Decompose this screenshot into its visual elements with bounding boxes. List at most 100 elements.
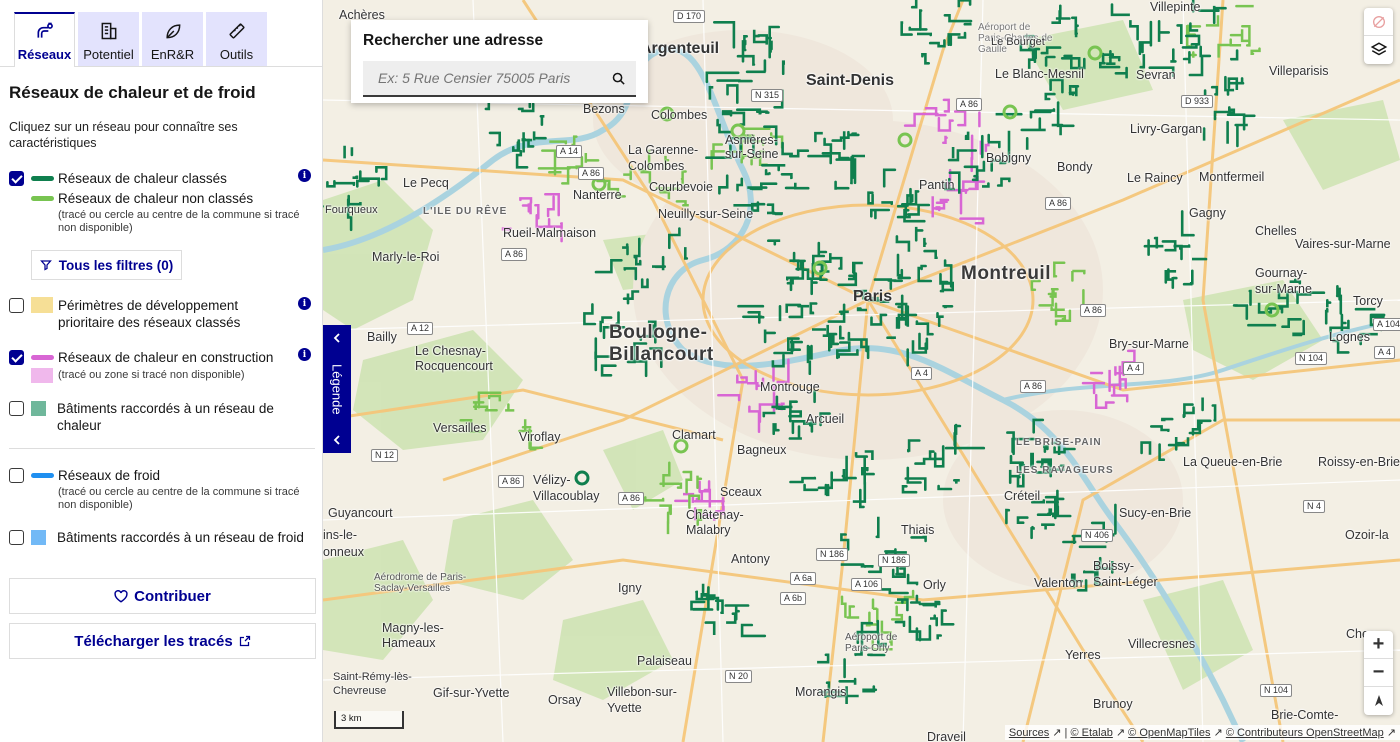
place-label: Orsay xyxy=(548,693,582,707)
place-label: La Garenne-Colombes xyxy=(628,143,699,173)
place-label: Neuilly-sur-Seine xyxy=(658,207,754,221)
all-filters-button[interactable]: Tous les filtres (0) xyxy=(31,250,182,280)
road-shield: A 86 xyxy=(1045,197,1072,210)
place-label: Le Pecq xyxy=(403,176,449,190)
info-icon[interactable]: i xyxy=(298,348,311,361)
place-label: Boulogne-Billancourt xyxy=(609,322,714,365)
tab-label: Potentiel xyxy=(83,46,134,62)
place-label: Argenteuil xyxy=(640,40,720,57)
swatch-construction xyxy=(31,355,54,360)
place-label: Pantin xyxy=(919,178,955,192)
heart-icon xyxy=(114,589,128,603)
place-label: onneux xyxy=(323,545,365,559)
label-classified: Réseaux de chaleur classés xyxy=(58,171,227,186)
place-label: Valenton xyxy=(1034,576,1083,590)
road-shield: N 12 xyxy=(371,449,399,462)
layer-connected-cold: Bâtiments raccordés à un réseau de froid xyxy=(9,529,319,546)
place-label: L'ILE DU RÊVE xyxy=(423,206,508,217)
tab-reseaux[interactable]: Réseaux xyxy=(14,12,75,67)
swatch-perimeters xyxy=(31,297,53,313)
search-icon[interactable] xyxy=(611,71,626,86)
place-label: Bobigny xyxy=(986,151,1032,165)
checkbox-classified[interactable] xyxy=(9,171,24,186)
address-search-input[interactable] xyxy=(378,70,611,86)
map-view[interactable]: Achères Saint-Denis Villepinte Aéroport … xyxy=(323,0,1400,742)
search-field[interactable] xyxy=(363,61,636,97)
road-shield: A 12 xyxy=(407,322,434,335)
place-label: Aéroport de Paris-Orly xyxy=(845,632,898,654)
label-connected-cold: Bâtiments raccordés à un réseau de froid xyxy=(57,530,304,545)
place-label: Guyancourt xyxy=(328,506,393,520)
all-filters-label: Tous les filtres (0) xyxy=(58,257,174,273)
place-label: Bailly xyxy=(367,330,397,344)
place-label: Palaiseau xyxy=(637,654,692,668)
road-shield: N 4 xyxy=(1303,500,1326,513)
checkbox-construction[interactable] xyxy=(9,350,24,365)
place-label: Lognes xyxy=(1329,330,1371,344)
place-label: Le Blanc-Mesnil xyxy=(995,67,1084,81)
place-label: Montrouge xyxy=(760,380,820,394)
road-shield: A 86 xyxy=(578,167,605,180)
place-label: Antony xyxy=(731,552,770,566)
external-link-icon xyxy=(239,635,250,647)
info-icon[interactable]: i xyxy=(298,297,311,310)
zoom-in-button[interactable]: + xyxy=(1364,631,1393,659)
place-label: Courbevoie xyxy=(649,180,713,194)
road-shield: A 6b xyxy=(780,592,807,605)
attribution-sources[interactable]: Sources xyxy=(1009,727,1049,739)
place-label: Torcy xyxy=(1353,294,1383,308)
attribution-etalab[interactable]: © Etalab xyxy=(1070,727,1112,739)
place-label: Livry-Gargan xyxy=(1130,122,1203,136)
attribution-osm[interactable]: © Contributeurs OpenStreetMap xyxy=(1226,727,1384,739)
road-shield: A 4 xyxy=(1374,346,1396,359)
info-icon[interactable]: i xyxy=(298,169,311,182)
zoom-out-button[interactable]: − xyxy=(1364,659,1393,687)
road-shield: A 86 xyxy=(618,492,645,505)
label-cold: Réseaux de froid xyxy=(58,468,161,483)
place-label: Montfermeil xyxy=(1199,170,1265,184)
place-label: Saint-Rémy-lès-Chevreuse xyxy=(333,671,412,697)
heat-network-trace[interactable] xyxy=(1202,75,1256,148)
search-title: Rechercher une adresse xyxy=(363,32,544,49)
place-label: Gagny xyxy=(1189,206,1226,220)
tab-enrr[interactable]: EnR&R xyxy=(142,12,203,66)
road-shield: A 86 xyxy=(1020,380,1047,393)
place-label: Villebon-sur-Yvette xyxy=(607,685,677,715)
road-shield: D 170 xyxy=(673,10,706,23)
place-label: Montreuil xyxy=(961,263,1051,284)
tab-outils[interactable]: Outils xyxy=(206,12,267,66)
panel-intro: Cliquez sur un réseau pour connaître ses… xyxy=(9,120,238,150)
tab-potentiel[interactable]: Potentiel xyxy=(78,12,139,66)
checkbox-perimeters[interactable] xyxy=(9,298,24,313)
checkbox-connected-heat[interactable] xyxy=(9,401,24,416)
chevron-left-icon xyxy=(333,333,340,343)
place-label: LES RAVAGEURS xyxy=(1016,465,1114,476)
download-button[interactable]: Télécharger les tracés xyxy=(9,623,316,659)
attribution-openmaptiles[interactable]: © OpenMapTiles xyxy=(1128,727,1210,739)
place-label: Sucy-en-Brie xyxy=(1119,506,1192,520)
place-label: Gournay-sur-Marne xyxy=(1255,266,1312,296)
road-shield: A 86 xyxy=(1080,304,1107,317)
legend-toggle-label: Légende xyxy=(329,363,345,415)
heat-network-trace[interactable] xyxy=(1143,210,1208,289)
basemap-layers-button[interactable] xyxy=(1364,36,1393,64)
reset-north-button[interactable] xyxy=(1364,687,1393,715)
place-label: Gif-sur-Yvette xyxy=(433,686,510,700)
checkbox-cold[interactable] xyxy=(9,468,24,483)
note-construction: (tracé ou zone si tracé non disponible) xyxy=(58,369,245,381)
road-shield: N 315 xyxy=(751,89,784,102)
place-label: Yerres xyxy=(1065,648,1101,662)
legend-toggle-button[interactable]: Légende xyxy=(323,325,351,453)
road-shield: A 6a xyxy=(790,572,817,585)
place-label: Saint-Denis xyxy=(806,72,895,89)
place-label: Clamart xyxy=(672,428,716,442)
place-label: Sceaux xyxy=(720,485,762,499)
label-unclassified: Réseaux de chaleur non classés xyxy=(58,191,254,206)
road-shield: A 14 xyxy=(556,145,583,158)
layer-cold: Réseaux de froid xyxy=(9,467,319,484)
contribute-button[interactable]: Contribuer xyxy=(9,578,316,614)
place-label: Paris xyxy=(853,288,893,305)
map-scale: 3 km xyxy=(334,711,404,729)
checkbox-connected-cold[interactable] xyxy=(9,530,24,545)
disable-location-button[interactable] xyxy=(1364,8,1393,36)
